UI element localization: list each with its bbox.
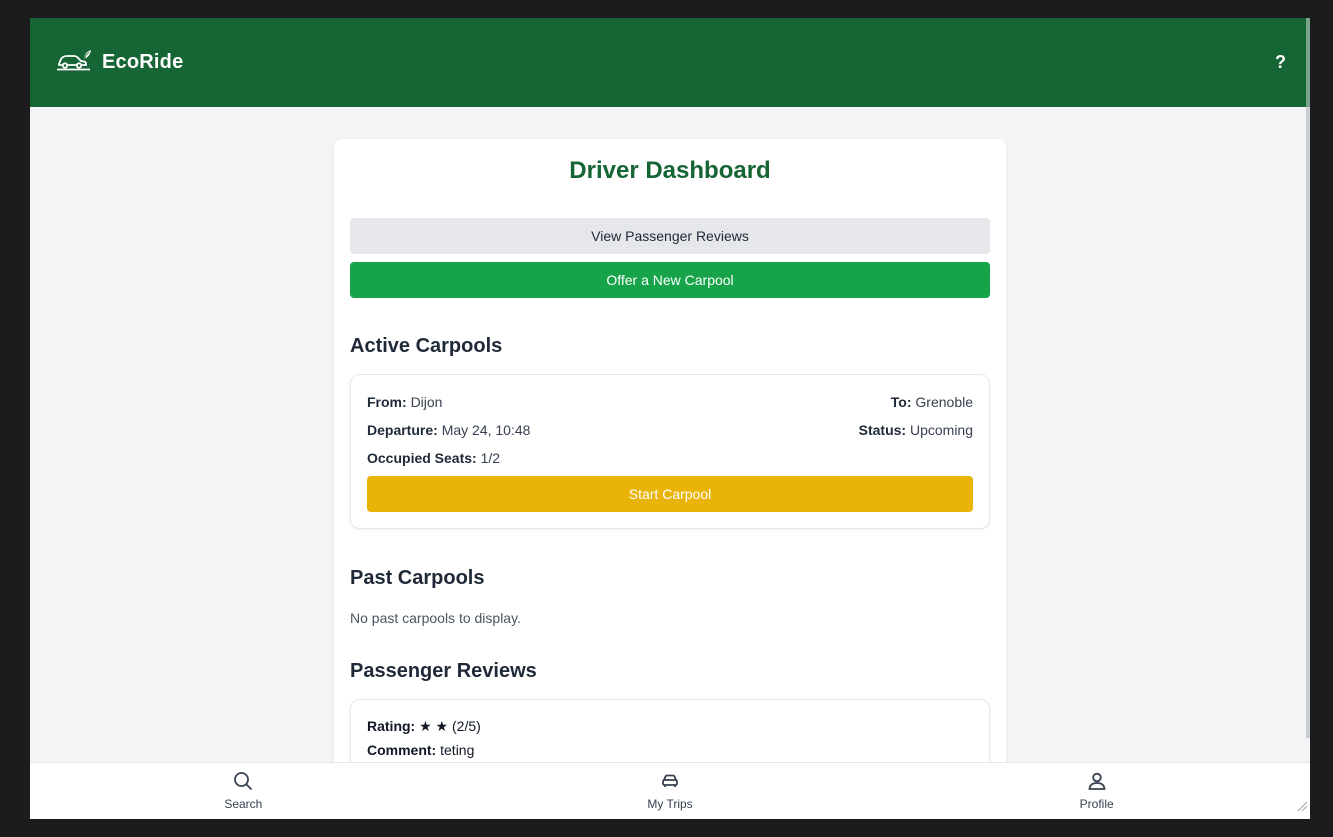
past-empty-text: No past carpools to display. (350, 610, 521, 626)
top-bar: EcoRide ? (30, 18, 1310, 107)
rating-score: (2/5) (452, 718, 481, 734)
departure-row: Departure: May 24, 10:48 Status: Upcomin… (367, 420, 973, 448)
scrollbar-top (1306, 18, 1310, 107)
search-icon (233, 771, 253, 794)
nav-profile-label: Profile (1079, 797, 1114, 811)
car-icon (660, 771, 680, 794)
to-label: To: (890, 394, 912, 410)
active-carpool-card: From: Dijon To: Grenoble Departure: May … (350, 374, 990, 529)
view-reviews-button[interactable]: View Passenger Reviews (350, 218, 990, 254)
passenger-reviews-heading: Passenger Reviews (350, 660, 537, 682)
nav-search-label: Search (224, 797, 263, 811)
nav-profile[interactable]: Profile (883, 763, 1310, 819)
help-button[interactable]: ? (1275, 52, 1286, 73)
route-row: From: Dijon To: Grenoble (367, 392, 973, 420)
app-name: EcoRide (102, 51, 184, 73)
nav-search[interactable]: Search (30, 763, 457, 819)
from-value: Dijon (410, 394, 443, 410)
nav-my-trips-label: My Trips (647, 797, 693, 811)
page-title: Driver Dashboard (569, 157, 771, 184)
departure-value: May 24, 10:48 (441, 422, 531, 438)
from-field: From: Dijon (367, 392, 442, 420)
seats-field: Occupied Seats: 1/2 (367, 448, 500, 476)
active-carpools-heading: Active Carpools (350, 335, 503, 357)
app-window: EcoRide ? Driver Dashboard View Passenge… (30, 18, 1310, 819)
brand[interactable]: EcoRide (56, 49, 183, 76)
seats-row: Occupied Seats: 1/2 (367, 448, 973, 476)
nav-my-trips[interactable]: My Trips (457, 763, 884, 819)
comment-label: Comment: (367, 742, 437, 758)
from-label: From: (367, 394, 407, 410)
bottom-nav: Search My Trips Profile (30, 762, 1310, 819)
departure-field: Departure: May 24, 10:48 (367, 420, 530, 448)
status-field: Status: Upcoming (859, 420, 973, 448)
scrollbar[interactable] (1306, 107, 1310, 738)
start-carpool-button[interactable]: Start Carpool (367, 476, 973, 512)
to-value: Grenoble (915, 394, 973, 410)
resize-handle-icon[interactable] (1296, 799, 1308, 817)
offer-carpool-button[interactable]: Offer a New Carpool (350, 262, 990, 298)
status-label: Status: (858, 422, 907, 438)
to-field: To: Grenoble (891, 392, 973, 420)
seats-value: 1/2 (480, 450, 501, 466)
departure-label: Departure: (367, 422, 438, 438)
past-carpools-heading: Past Carpools (350, 567, 485, 589)
rating-label: Rating: (367, 718, 416, 734)
user-icon (1087, 771, 1107, 794)
rating-line: Rating: ★ ★ (2/5) (367, 718, 973, 742)
comment-text: teting (440, 742, 475, 758)
eco-car-icon (56, 49, 92, 76)
status-value: Upcoming (909, 422, 973, 438)
seats-label: Occupied Seats: (367, 450, 477, 466)
dashboard-card: Driver Dashboard View Passenger Reviews … (334, 139, 1006, 785)
rating-stars: ★ ★ (419, 718, 449, 734)
